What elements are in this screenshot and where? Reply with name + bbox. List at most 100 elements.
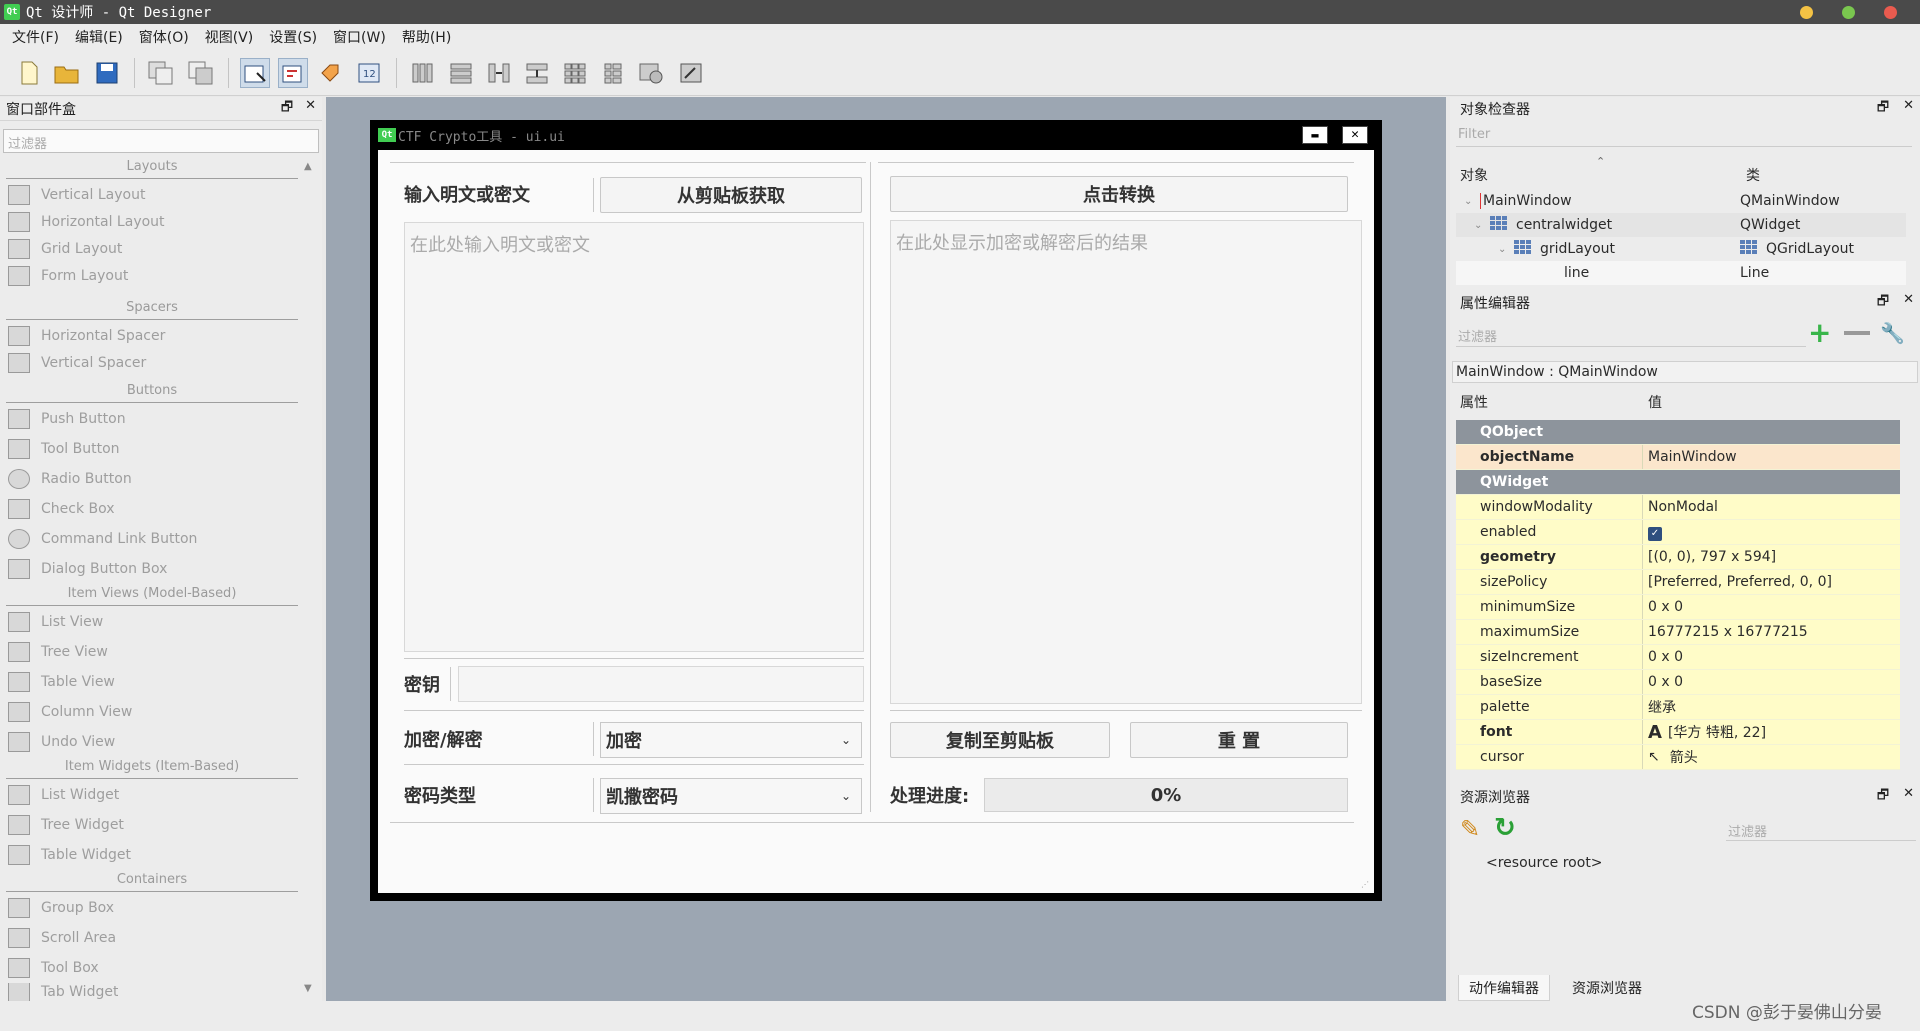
edit-widgets-icon[interactable] [240,58,270,88]
widget-column-view[interactable]: Column View [8,700,132,724]
property-filter-input[interactable]: 过滤器 [1456,323,1806,347]
object-filter-input[interactable]: Filter [1456,125,1912,147]
widget-tool-box[interactable]: Tool Box [8,956,99,980]
input-text-edit[interactable]: 在此处输入明文或密文 [404,222,864,652]
prop-windowmodality[interactable]: windowModality NonModal [1456,495,1900,520]
prop-basesize[interactable]: baseSize 0 x 0 [1456,670,1900,695]
prop-palette[interactable]: palette 继承 [1456,695,1900,720]
prop-maximumsize[interactable]: maximumSize 16777215 x 16777215 [1456,620,1900,645]
size-grip-icon[interactable]: ⋰ [1361,880,1369,889]
widget-list-view[interactable]: List View [8,610,103,634]
edit-buddies-icon[interactable] [316,58,346,88]
column-property-header[interactable]: 属性 [1460,392,1488,412]
edit-signals-icon[interactable] [278,58,308,88]
widget-check-box[interactable]: Check Box [8,497,115,521]
category-item-views[interactable]: Item Views (Model-Based) [6,586,298,606]
output-text-edit[interactable]: 在此处显示加密或解密后的结果 [890,220,1362,704]
save-icon[interactable] [92,58,122,88]
form-close-icon[interactable]: ✕ [1342,126,1368,144]
widget-form-layout[interactable]: Form Layout [8,264,128,288]
prop-sizepolicy[interactable]: sizePolicy [Preferred, Preferred, 0, 0] [1456,570,1900,595]
widget-scroll-area[interactable]: Scroll Area [8,926,116,950]
layout-hsplitter-icon[interactable] [484,58,514,88]
cipher-type-combo[interactable]: 凯撒密码 ⌄ [600,778,862,814]
menu-form[interactable]: 窗体(O) [131,27,197,47]
layout-vsplitter-icon[interactable] [522,58,552,88]
remove-property-icon[interactable] [1844,331,1870,335]
widget-command-link-button[interactable]: Command Link Button [8,527,197,551]
form-minimize-icon[interactable]: ▬ [1302,126,1328,144]
edit-tab-order-icon[interactable]: 12 [354,58,384,88]
category-spacers[interactable]: Spacers [6,300,298,320]
widget-table-widget[interactable]: Table Widget [8,843,131,867]
tree-row-line[interactable]: line Line [1456,261,1906,285]
widget-group-box[interactable]: Group Box [8,896,114,920]
float-icon[interactable]: 🗗 [1877,98,1889,120]
form-window[interactable]: Qt CTF Crypto工具 - ui.ui ▬ ✕ 输入明文或密文 从剪贴板… [370,120,1382,901]
widget-undo-view[interactable]: Undo View [8,730,115,754]
reload-icon[interactable]: ↻ [1494,813,1516,843]
scroll-down-icon[interactable]: ▼ [304,983,312,994]
widget-tool-button[interactable]: Tool Button [8,437,120,461]
layout-vertical-icon[interactable] [446,58,476,88]
widget-vertical-layout[interactable]: Vertical Layout [8,183,145,207]
mode-combo[interactable]: 加密 ⌄ [600,722,862,758]
layout-grid-icon[interactable] [560,58,590,88]
prop-cursor[interactable]: cursor ↖ 箭头 [1456,745,1900,770]
dock-close-icon[interactable]: ✕ [1903,786,1914,808]
scroll-up-icon[interactable]: ▲ [304,161,312,172]
widget-table-view[interactable]: Table View [8,670,115,694]
widget-dialog-button-box[interactable]: Dialog Button Box [8,557,167,581]
widget-horizontal-layout[interactable]: Horizontal Layout [8,210,165,234]
widget-push-button[interactable]: Push Button [8,407,126,431]
category-layouts[interactable]: Layouts [6,159,298,179]
column-object-header[interactable]: 对象 [1460,165,1488,185]
widget-horizontal-spacer[interactable]: Horizontal Spacer [8,324,165,348]
float-icon[interactable]: 🗗 [1877,786,1889,808]
category-containers[interactable]: Containers [6,872,298,892]
minimize-icon[interactable] [1800,6,1813,19]
widget-filter-input[interactable]: 过滤器 [3,129,319,153]
dock-close-icon[interactable]: ✕ [1903,98,1914,120]
widget-tab-widget[interactable]: Tab Widget [8,983,118,1001]
group-qobject[interactable]: QObject [1456,420,1900,445]
add-property-icon[interactable]: + [1808,319,1831,347]
copy-to-clipboard-button[interactable]: 复制至剪贴板 [890,722,1110,758]
configure-wrench-icon[interactable]: 🔧 [1880,321,1905,345]
resource-root-item[interactable]: <resource root> [1486,855,1603,871]
widget-list-widget[interactable]: List Widget [8,783,119,807]
widget-tree-view[interactable]: Tree View [8,640,108,664]
widget-radio-button[interactable]: Radio Button [8,467,132,491]
float-icon[interactable]: 🗗 [1877,292,1889,314]
tree-row-mainwindow[interactable]: ⌄ MainWindow QMainWindow [1456,189,1906,213]
open-folder-icon[interactable] [52,58,82,88]
column-value-header[interactable]: 值 [1648,392,1662,412]
widget-tree-widget[interactable]: Tree Widget [8,813,124,837]
paste-icon[interactable] [186,58,216,88]
key-input[interactable] [458,666,864,702]
prop-minimumsize[interactable]: minimumSize 0 x 0 [1456,595,1900,620]
layout-horizontal-icon[interactable] [408,58,438,88]
layout-form-icon[interactable] [598,58,628,88]
prop-objectname[interactable]: objectName MainWindow [1456,445,1900,470]
menu-file[interactable]: 文件(F) [4,27,67,47]
break-layout-icon[interactable] [636,58,666,88]
menu-window[interactable]: 窗口(W) [325,27,394,47]
category-buttons[interactable]: Buttons [6,383,298,403]
menu-settings[interactable]: 设置(S) [261,27,325,47]
adjust-size-icon[interactable] [676,58,706,88]
column-class-header[interactable]: 类 [1746,165,1760,185]
widget-vertical-spacer[interactable]: Vertical Spacer [8,351,146,375]
category-item-widgets[interactable]: Item Widgets (Item-Based) [6,759,298,779]
convert-button[interactable]: 点击转换 [890,176,1348,212]
menu-view[interactable]: 视图(V) [197,27,262,47]
menu-edit[interactable]: 编辑(E) [67,27,131,47]
tab-resource-browser[interactable]: 资源浏览器 [1562,975,1652,1001]
widget-grid-layout[interactable]: Grid Layout [8,237,122,261]
group-qwidget[interactable]: QWidget [1456,470,1900,495]
dock-close-icon[interactable]: ✕ [305,98,316,120]
new-file-icon[interactable] [14,58,44,88]
maximize-icon[interactable] [1842,6,1855,19]
prop-enabled[interactable]: enabled ✓ [1456,520,1900,545]
copy-icon[interactable] [146,58,176,88]
